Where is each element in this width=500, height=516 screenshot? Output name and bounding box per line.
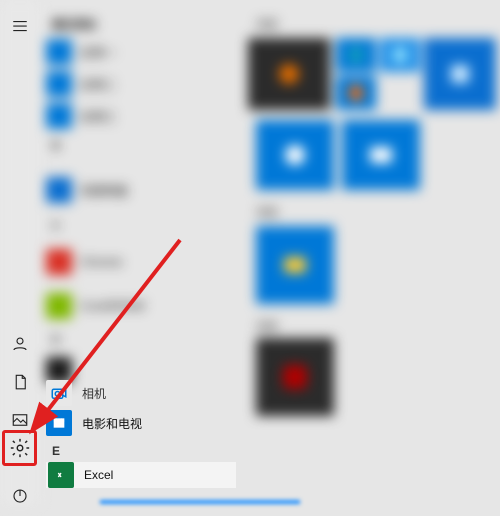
excel-icon [48, 462, 74, 488]
tile[interactable] [342, 120, 420, 190]
tile-section-label: 浏览 [256, 16, 278, 32]
power-button[interactable] [0, 476, 40, 516]
settings-button[interactable] [9, 437, 31, 459]
tile[interactable] [256, 226, 334, 304]
header-e[interactable]: E [52, 444, 60, 458]
tile-section-label: 浏览 [256, 204, 278, 220]
app-excel[interactable]: Excel [46, 462, 236, 488]
tile[interactable] [380, 38, 420, 72]
tile-section-label: 浏览 [256, 318, 278, 334]
tile[interactable] [424, 38, 496, 110]
header-b: B [52, 140, 232, 160]
header-c: C [52, 220, 232, 240]
tile[interactable] [248, 38, 330, 110]
app-row[interactable]: 应用一 [46, 38, 236, 66]
tile[interactable] [336, 76, 376, 110]
start-expand-button[interactable] [0, 6, 40, 46]
app-label: Excel [84, 468, 113, 482]
app-row[interactable]: 应用二 [46, 70, 236, 98]
app-label: 电影和电视 [82, 415, 142, 432]
taskbar-hint [100, 500, 300, 504]
app-row[interactable]: Chrome [46, 248, 236, 276]
documents-button[interactable] [0, 362, 40, 402]
tile[interactable] [256, 120, 334, 190]
app-row[interactable]: 应用三 [46, 102, 236, 130]
tile[interactable] [256, 338, 334, 416]
header-d: D [52, 334, 232, 354]
app-movies-tv[interactable]: 电影和电视 [46, 410, 226, 436]
movies-icon [46, 410, 72, 436]
tile[interactable] [336, 38, 376, 72]
header-recent: 最近添加 [52, 16, 232, 36]
app-row[interactable]: CorelDRAW [46, 292, 236, 320]
user-account-button[interactable] [0, 324, 40, 364]
app-row[interactable]: 相机 [46, 380, 226, 406]
app-row[interactable]: 百度网盘 [46, 176, 236, 204]
